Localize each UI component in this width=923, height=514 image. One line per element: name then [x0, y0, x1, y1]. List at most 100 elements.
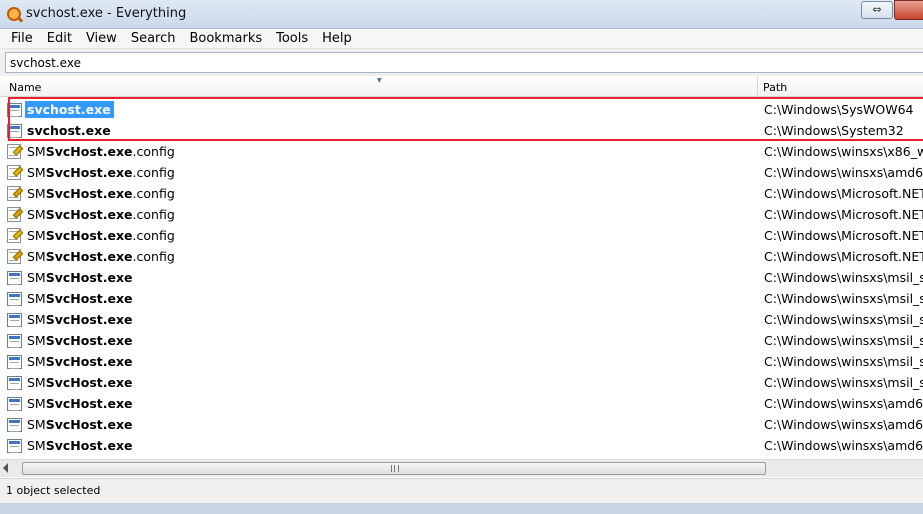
result-filename: SMSvcHost.exe.config [25, 227, 178, 244]
filename-prefix: SM [27, 207, 46, 222]
window-title: svchost.exe - Everything [26, 6, 187, 21]
scroll-left-arrow-icon[interactable] [3, 463, 8, 473]
filename-prefix: SM [27, 396, 46, 411]
filename-prefix: SM [27, 249, 46, 264]
result-row[interactable]: SMSvcHost.exe.config C:\Windows\Microsoft… [0, 225, 923, 246]
result-name-cell: SMSvcHost.exe.config [7, 183, 178, 204]
filename-prefix: SM [27, 228, 46, 243]
menu-view[interactable]: View [79, 29, 124, 49]
menu-file[interactable]: File [4, 29, 40, 49]
search-input[interactable] [5, 52, 923, 73]
filename-prefix: SM [27, 270, 46, 285]
filename-match: SvcHost.exe [45, 207, 133, 222]
close-button[interactable] [894, 0, 923, 20]
result-row[interactable]: SMSvcHost.exe C:\Windows\winsxs\msil_sm [0, 351, 923, 372]
filename-match: SvcHost.exe [45, 228, 133, 243]
scrollbar-thumb[interactable] [22, 462, 766, 475]
result-name-cell: SMSvcHost.exe.config [7, 141, 178, 162]
everything-app-icon [7, 7, 21, 21]
result-path: C:\Windows\winsxs\msil_sm [764, 312, 923, 327]
result-path: C:\Windows\winsxs\msil_sm [764, 270, 923, 285]
result-path: C:\Windows\winsxs\msil_sm [764, 354, 923, 369]
filename-match: SvcHost.exe [45, 186, 133, 201]
locked-config-icon [7, 249, 21, 264]
result-filename: SMSvcHost.exe [25, 416, 136, 433]
result-path: C:\Windows\Microsoft.NET [764, 249, 923, 264]
result-filename: SMSvcHost.exe [25, 332, 136, 349]
exe-icon [7, 312, 22, 327]
result-path: C:\Windows\winsxs\msil_sm [764, 291, 923, 306]
result-filename: SMSvcHost.exe [25, 395, 136, 412]
horizontal-scrollbar[interactable] [0, 459, 923, 477]
filename-suffix: .config [132, 228, 175, 243]
filename-suffix: .config [132, 249, 175, 264]
menu-search[interactable]: Search [124, 29, 183, 49]
red-highlight-box [8, 97, 923, 141]
result-path: C:\Windows\winsxs\msil_sm [764, 375, 923, 390]
result-row[interactable]: SMSvcHost.exe.config C:\Windows\Microsoft… [0, 204, 923, 225]
exe-icon [7, 354, 22, 369]
result-name-cell: SMSvcHost.exe [7, 288, 136, 309]
result-name-cell: SMSvcHost.exe [7, 309, 136, 330]
config-icon [7, 165, 21, 180]
result-name-cell: SMSvcHost.exe.config [7, 204, 178, 225]
result-path: C:\Windows\winsxs\msil_sm [764, 333, 923, 348]
result-row[interactable]: SMSvcHost.exe C:\Windows\winsxs\msil_sm [0, 288, 923, 309]
result-row[interactable]: SMSvcHost.exe C:\Windows\winsxs\msil_sm [0, 309, 923, 330]
result-path: C:\Windows\Microsoft.NET [764, 186, 923, 201]
result-filename: SMSvcHost.exe.config [25, 185, 178, 202]
config-icon [7, 144, 21, 159]
menu-bar: File Edit View Search Bookmarks Tools He… [0, 29, 923, 49]
result-row[interactable]: SMSvcHost.exe C:\Windows\winsxs\amd64_ [0, 393, 923, 414]
result-filename: SMSvcHost.exe [25, 353, 136, 370]
filename-prefix: SM [27, 375, 46, 390]
filename-prefix: SM [27, 438, 46, 453]
filename-prefix: SM [27, 144, 46, 159]
exe-icon [7, 291, 22, 306]
exe-icon [7, 375, 22, 390]
filename-match: SvcHost.exe [45, 270, 133, 285]
result-row[interactable]: SMSvcHost.exe.config C:\Windows\Microsoft… [0, 246, 923, 267]
exe-icon [7, 438, 22, 453]
result-row[interactable]: SMSvcHost.exe.config C:\Windows\Microsoft… [0, 183, 923, 204]
locked-config-icon [7, 207, 21, 222]
result-name-cell: SMSvcHost.exe [7, 435, 136, 456]
filename-suffix: .config [132, 165, 175, 180]
result-path: C:\Windows\winsxs\amd64_ [764, 417, 923, 432]
result-row[interactable]: SMSvcHost.exe.config C:\Windows\winsxs\am… [0, 162, 923, 183]
menu-tools[interactable]: Tools [269, 29, 315, 49]
filename-match: SvcHost.exe [45, 417, 133, 432]
result-name-cell: SMSvcHost.exe [7, 414, 136, 435]
path-column-label: Path [763, 81, 788, 94]
config-icon [7, 228, 21, 243]
restore-button[interactable]: ⇔ [861, 1, 893, 19]
result-row[interactable]: SMSvcHost.exe C:\Windows\winsxs\msil_sm [0, 267, 923, 288]
filename-prefix: SM [27, 417, 46, 432]
menu-bookmarks[interactable]: Bookmarks [182, 29, 269, 49]
sort-ascending-icon: ▼ [377, 77, 382, 84]
locked-config-icon [7, 186, 21, 201]
result-filename: SMSvcHost.exe [25, 374, 136, 391]
path-column-header[interactable]: Path [759, 77, 923, 97]
result-row[interactable]: SMSvcHost.exe C:\Windows\winsxs\amd64_ [0, 414, 923, 435]
filename-prefix: SM [27, 165, 46, 180]
menu-help[interactable]: Help [315, 29, 359, 49]
result-name-cell: SMSvcHost.exe.config [7, 162, 178, 183]
exe-icon [7, 396, 22, 411]
results-list[interactable]: svchost.exe C:\Windows\SysWOW64 svchost.ex… [0, 98, 923, 458]
menu-edit[interactable]: Edit [40, 29, 79, 49]
filename-prefix: SM [27, 354, 46, 369]
result-filename: SMSvcHost.exe [25, 269, 136, 286]
result-filename: SMSvcHost.exe.config [25, 143, 178, 160]
filename-match: SvcHost.exe [45, 438, 133, 453]
filename-match: SvcHost.exe [45, 144, 133, 159]
result-row[interactable]: SMSvcHost.exe.config C:\Windows\winsxs\x8… [0, 141, 923, 162]
filename-prefix: SM [27, 186, 46, 201]
result-row[interactable]: SMSvcHost.exe C:\Windows\winsxs\amd64_ [0, 435, 923, 456]
result-row[interactable]: SMSvcHost.exe C:\Windows\winsxs\msil_sm [0, 330, 923, 351]
result-row[interactable]: SMSvcHost.exe C:\Windows\winsxs\msil_sm [0, 372, 923, 393]
result-path: C:\Windows\winsxs\amd64_ [764, 438, 923, 453]
result-filename: SMSvcHost.exe [25, 311, 136, 328]
filename-match: SvcHost.exe [45, 354, 133, 369]
grip-icon [391, 465, 399, 472]
